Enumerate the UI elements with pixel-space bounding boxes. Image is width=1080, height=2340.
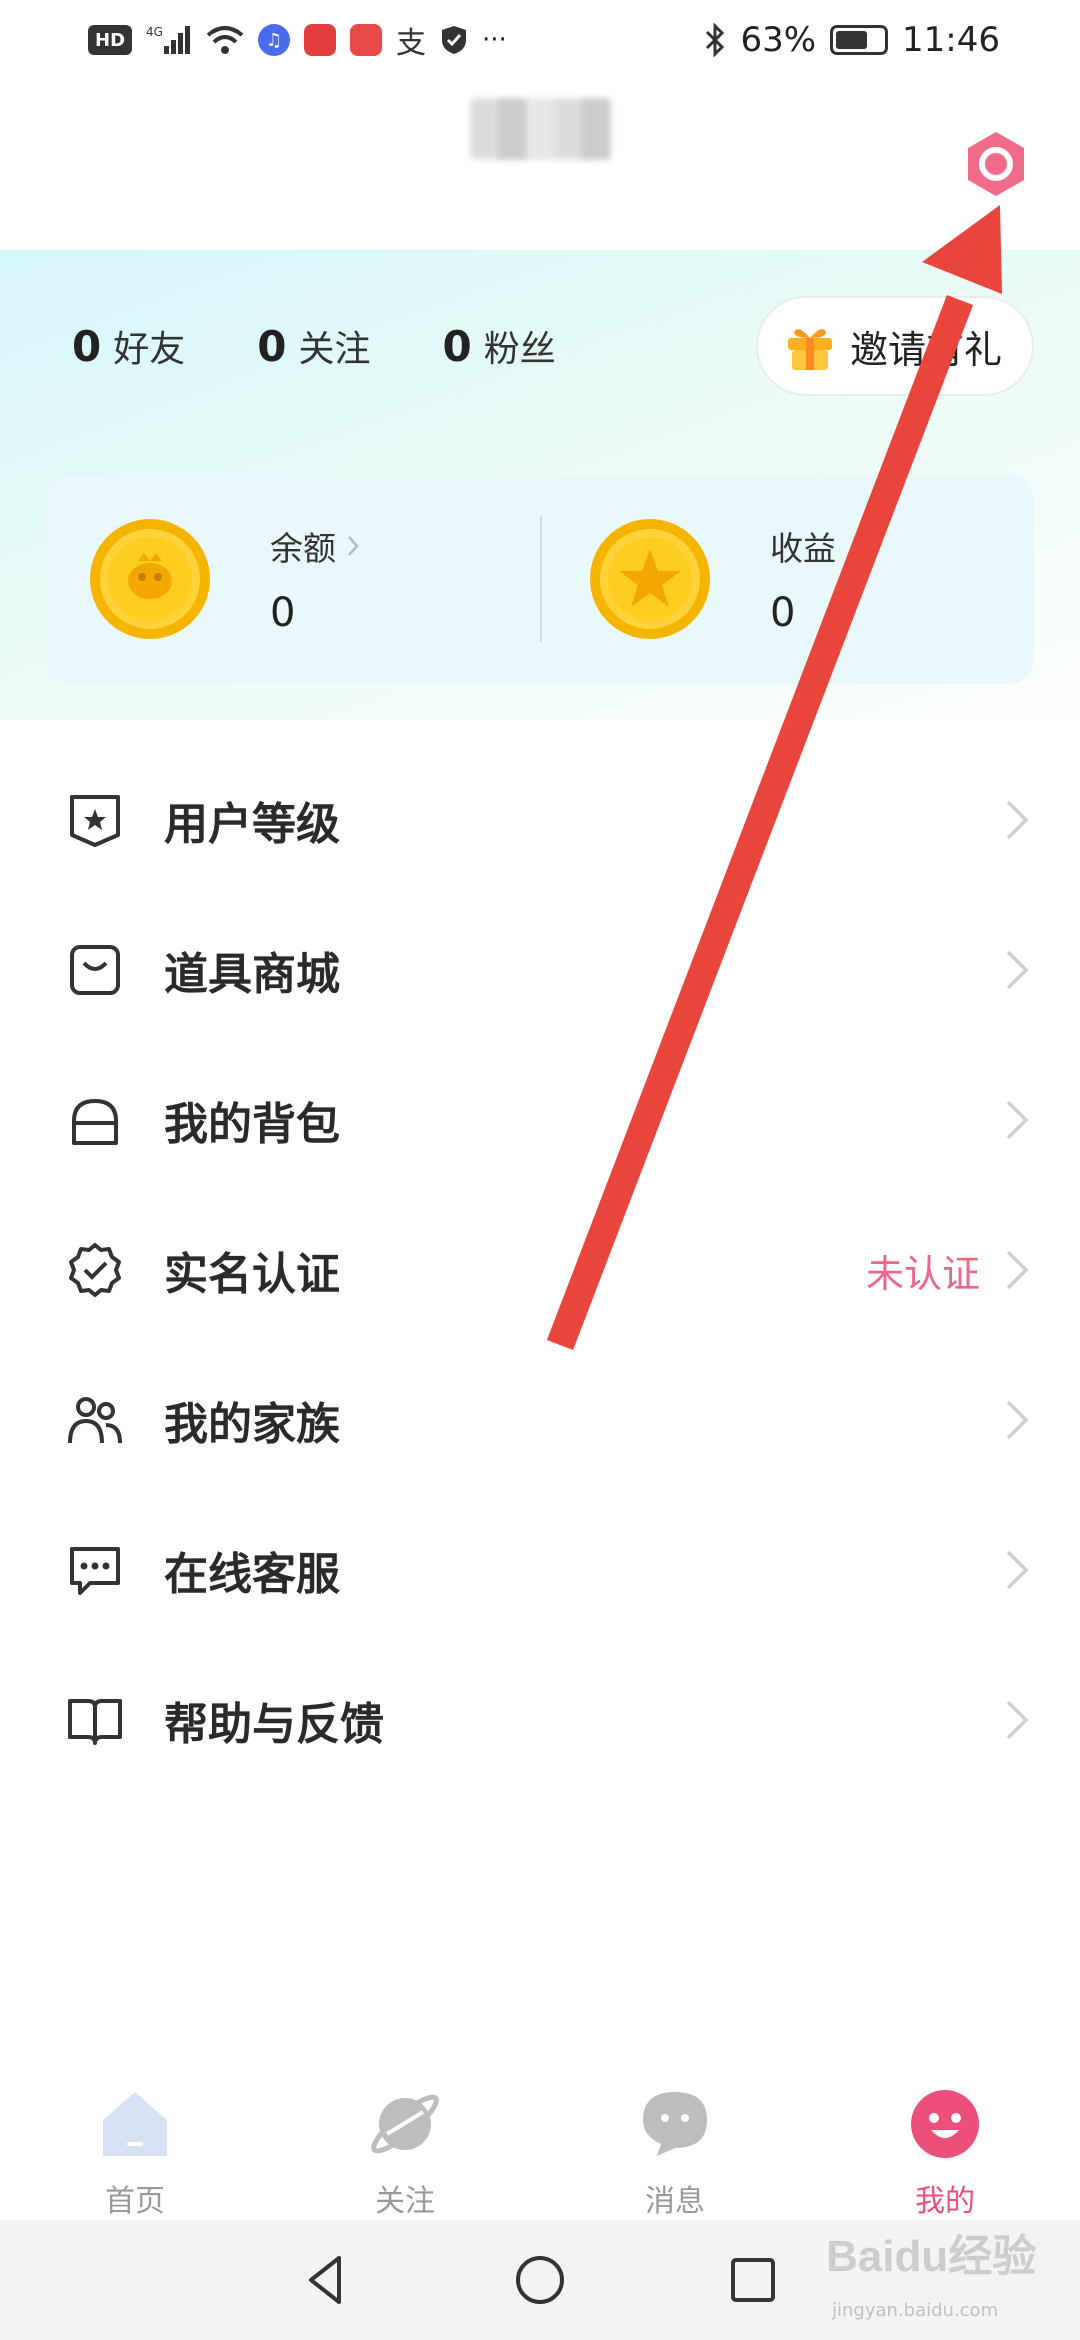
shopping-bag-icon bbox=[70, 945, 120, 995]
tab-label: 关注 bbox=[375, 2184, 435, 2219]
bottom-tab-bar: 首页 关注 消息 我的 bbox=[0, 2070, 1080, 2230]
music-app-icon: ♫ bbox=[258, 24, 291, 56]
status-time: 11:46 bbox=[902, 20, 1000, 60]
chevron-right-icon bbox=[1006, 1700, 1029, 1740]
book-app-icon bbox=[304, 24, 337, 56]
shield-star-icon bbox=[70, 795, 120, 847]
tab-mine[interactable]: 我的 bbox=[810, 2070, 1080, 2230]
stat-friends[interactable]: 0 好友 bbox=[72, 320, 185, 372]
status-bar: HD 4G ♫ 支 ··· 63% 11:46 bbox=[0, 0, 1080, 80]
fans-label: 粉丝 bbox=[483, 329, 556, 370]
message-icon bbox=[643, 2092, 707, 2156]
back-icon[interactable] bbox=[299, 2252, 355, 2308]
menu-item-help-feedback[interactable]: 帮助与反馈 bbox=[0, 1645, 1080, 1795]
earnings-text: 收益 0 bbox=[770, 522, 836, 636]
chevron-right-icon bbox=[1006, 1400, 1029, 1440]
more-notifications-icon: ··· bbox=[482, 25, 507, 55]
balance-coin-icon bbox=[90, 519, 210, 639]
menu-label: 我的背包 bbox=[164, 1099, 340, 1150]
friends-label: 好友 bbox=[113, 329, 186, 370]
stat-following[interactable]: 0 关注 bbox=[257, 320, 370, 372]
earnings-item[interactable]: 收益 0 bbox=[586, 474, 836, 684]
stat-fans[interactable]: 0 粉丝 bbox=[443, 320, 556, 372]
menu-item-user-level[interactable]: 用户等级 bbox=[0, 745, 1080, 895]
menu-label: 在线客服 bbox=[164, 1549, 340, 1600]
huawei-app-icon bbox=[350, 24, 383, 56]
status-right: 63% 11:46 bbox=[704, 20, 1000, 60]
tab-label: 我的 bbox=[915, 2184, 975, 2219]
svg-text:4G: 4G bbox=[146, 25, 163, 39]
fans-count: 0 bbox=[442, 322, 472, 371]
settings-icon[interactable] bbox=[960, 128, 1032, 200]
balance-item[interactable]: 余额 0 bbox=[86, 474, 360, 684]
wifi-icon bbox=[206, 23, 244, 57]
menu-item-online-support[interactable]: 在线客服 bbox=[0, 1495, 1080, 1645]
balance-label: 余额 bbox=[270, 529, 336, 568]
wallet-divider bbox=[540, 516, 542, 642]
bluetooth-icon bbox=[704, 23, 726, 57]
menu-list: 用户等级 道具商城 我的背包 实名认证 未认证 我的家族 在线客服 帮助与反馈 bbox=[0, 745, 1080, 1795]
social-stats: 0 好友 0 关注 0 粉丝 bbox=[72, 320, 556, 372]
verification-status: 未认证 bbox=[865, 1251, 980, 1296]
balance-label-row: 余额 bbox=[270, 522, 360, 570]
planet-icon bbox=[371, 2094, 439, 2154]
chevron-right-icon bbox=[1006, 1250, 1029, 1290]
balance-value: 0 bbox=[270, 590, 296, 636]
tab-messages[interactable]: 消息 bbox=[540, 2070, 810, 2230]
following-label: 关注 bbox=[298, 329, 371, 370]
menu-label: 用户等级 bbox=[164, 799, 340, 850]
signal-4g-icon: 4G bbox=[146, 23, 192, 57]
username-blurred bbox=[470, 98, 612, 160]
menu-label: 实名认证 bbox=[164, 1249, 340, 1300]
battery-icon bbox=[830, 25, 889, 55]
menu-label: 帮助与反馈 bbox=[164, 1699, 384, 1750]
home-icon bbox=[103, 2092, 167, 2156]
chevron-right-icon bbox=[1006, 950, 1029, 990]
family-icon bbox=[68, 1397, 122, 1444]
friends-count: 0 bbox=[72, 322, 102, 371]
chevron-right-icon bbox=[1006, 800, 1029, 840]
invite-label: 邀请有礼 bbox=[850, 327, 1003, 372]
smiley-icon bbox=[911, 2090, 979, 2158]
gift-icon bbox=[788, 329, 832, 370]
hd-icon: HD bbox=[88, 25, 133, 55]
chevron-right-icon bbox=[1006, 1100, 1029, 1140]
menu-item-backpack[interactable]: 我的背包 bbox=[0, 1045, 1080, 1195]
tab-home[interactable]: 首页 bbox=[0, 2070, 270, 2230]
menu-item-real-name-verification[interactable]: 实名认证 未认证 bbox=[0, 1195, 1080, 1345]
chat-bubble-icon bbox=[70, 1547, 120, 1595]
battery-percent: 63% bbox=[740, 20, 817, 60]
menu-label: 我的家族 bbox=[164, 1399, 340, 1450]
earnings-value: 0 bbox=[770, 590, 796, 636]
menu-item-prop-store[interactable]: 道具商城 bbox=[0, 895, 1080, 1045]
status-left: HD 4G ♫ 支 ··· bbox=[88, 23, 507, 61]
shield-check-icon bbox=[440, 23, 468, 57]
chevron-right-icon bbox=[1006, 1550, 1029, 1590]
watermark-sub: jingyan.baidu.com bbox=[832, 2300, 999, 2321]
menu-item-my-family[interactable]: 我的家族 bbox=[0, 1345, 1080, 1495]
earnings-coin-icon bbox=[590, 519, 710, 639]
balance-text: 余额 0 bbox=[270, 522, 360, 636]
alipay-icon: 支 bbox=[396, 26, 427, 61]
tab-label: 消息 bbox=[645, 2184, 705, 2219]
wallet-card: 余额 0 收益 0 bbox=[46, 474, 1034, 684]
tab-follow[interactable]: 关注 bbox=[270, 2070, 540, 2230]
backpack-icon bbox=[72, 1099, 118, 1145]
recents-icon[interactable] bbox=[725, 2252, 781, 2308]
verified-badge-icon bbox=[69, 1243, 121, 1297]
book-icon bbox=[68, 1699, 122, 1745]
earnings-label: 收益 bbox=[770, 529, 836, 568]
tab-label: 首页 bbox=[105, 2184, 165, 2219]
following-count: 0 bbox=[257, 322, 287, 371]
chevron-right-icon bbox=[348, 536, 359, 556]
menu-label: 道具商城 bbox=[164, 949, 340, 1000]
home-circle-icon[interactable] bbox=[512, 2252, 568, 2308]
invite-button[interactable]: 邀请有礼 bbox=[756, 296, 1034, 396]
